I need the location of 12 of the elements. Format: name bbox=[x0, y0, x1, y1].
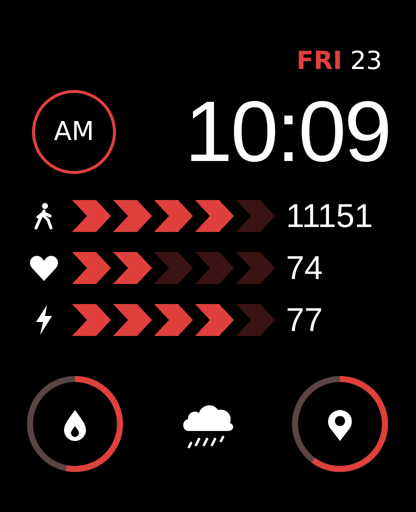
day-label: 23 bbox=[350, 46, 382, 76]
weekday-label: FRI bbox=[296, 46, 342, 76]
metric-value: 77 bbox=[286, 302, 323, 338]
walking-icon bbox=[34, 202, 54, 230]
location-pin-icon bbox=[328, 410, 352, 441]
time-display: 10:09 bbox=[184, 84, 390, 180]
heart-icon bbox=[29, 255, 59, 281]
lightning-icon bbox=[35, 305, 53, 335]
drop-icon bbox=[64, 410, 86, 441]
period-badge: AM bbox=[32, 90, 116, 174]
metric-value: 11151 bbox=[286, 198, 373, 234]
metric-value: 74 bbox=[286, 250, 323, 286]
